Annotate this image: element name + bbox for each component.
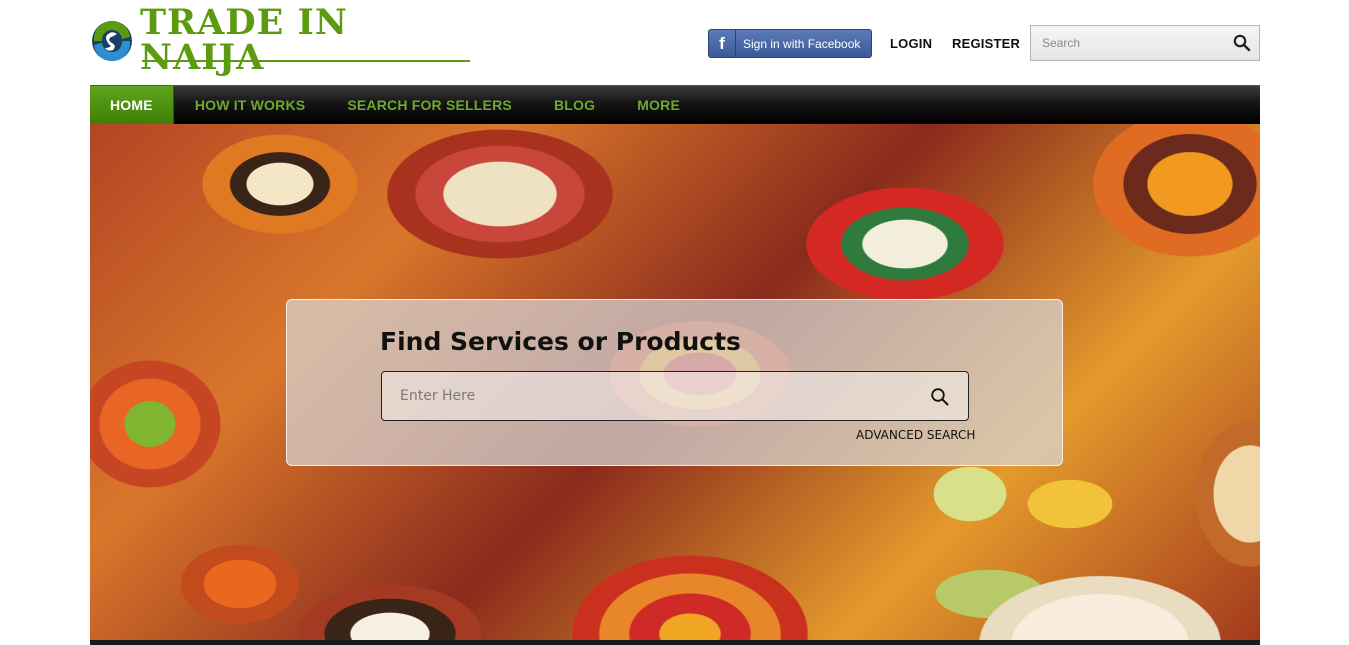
register-link[interactable]: REGISTER — [952, 36, 1020, 51]
nav-item-more[interactable]: MORE — [616, 86, 701, 124]
logo-emblem-icon — [90, 19, 134, 63]
hero-search-input[interactable] — [398, 387, 902, 405]
nav-item-home[interactable]: HOME — [90, 86, 174, 124]
hero-banner-image: Find Services or Products ADVANCED SEARC… — [90, 124, 1260, 640]
nav-item-blog[interactable]: BLOG — [533, 86, 616, 124]
login-link[interactable]: LOGIN — [890, 36, 932, 51]
hero-search-panel: Find Services or Products ADVANCED SEARC… — [286, 299, 1063, 466]
facebook-icon: f — [709, 30, 736, 57]
search-icon[interactable] — [930, 387, 950, 407]
nav-item-how-it-works[interactable]: HOW IT WORKS — [174, 86, 327, 124]
advanced-search-link[interactable]: ADVANCED SEARCH — [856, 428, 975, 442]
header-search-box — [1030, 25, 1260, 61]
logo-text: TRADE IN NAIJA — [140, 2, 348, 78]
search-icon[interactable] — [1233, 34, 1251, 52]
hero-bottom-bar — [90, 640, 1260, 645]
hero-search-box — [381, 371, 969, 421]
header-search-input[interactable] — [1040, 35, 1224, 51]
logo-underline — [142, 60, 470, 62]
facebook-signin-button[interactable]: f Sign in with Facebook — [708, 29, 872, 58]
facebook-signin-label: Sign in with Facebook — [743, 36, 861, 51]
nav-item-search-for-sellers[interactable]: SEARCH FOR SELLERS — [326, 86, 533, 124]
site-logo[interactable]: TRADE IN NAIJA — [90, 5, 480, 75]
hero-title: Find Services or Products — [380, 327, 741, 356]
main-nav: HOME HOW IT WORKS SEARCH FOR SELLERS BLO… — [90, 85, 1260, 124]
